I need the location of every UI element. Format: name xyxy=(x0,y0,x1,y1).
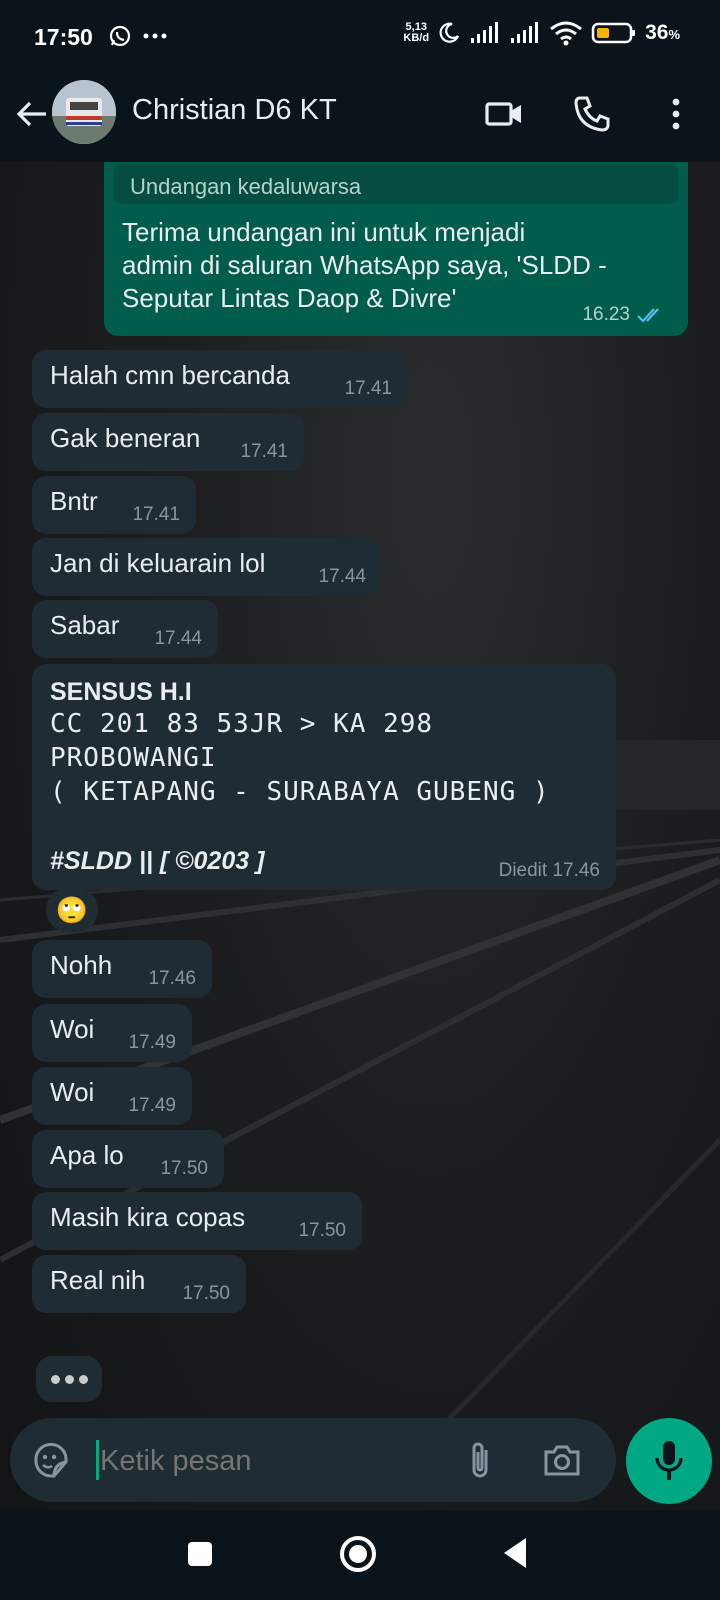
back-icon[interactable] xyxy=(500,1536,530,1570)
message-input[interactable] xyxy=(98,1436,462,1486)
camera-icon[interactable] xyxy=(542,1442,582,1478)
incoming-message[interactable]: Nohh 17.46 xyxy=(32,940,212,998)
incoming-message[interactable]: Bntr 17.41 xyxy=(32,476,196,534)
message-meta: 16.23 xyxy=(582,304,666,326)
double-check-icon xyxy=(637,308,659,323)
battery-percent: 36% xyxy=(645,21,680,44)
recents-icon[interactable] xyxy=(186,1540,214,1568)
avatar[interactable] xyxy=(52,80,116,144)
quoted-invite[interactable]: Undangan kedaluwarsa xyxy=(114,164,678,204)
chat-header: Christian D6 KT xyxy=(0,76,720,162)
video-call-icon[interactable] xyxy=(484,94,524,134)
message-time: 17.44 xyxy=(154,628,202,649)
net-speed: 5,13 KB/d xyxy=(403,21,430,44)
incoming-message[interactable]: Sabar 17.44 xyxy=(32,600,218,658)
mic-icon xyxy=(655,1441,683,1480)
message-time: 17.50 xyxy=(298,1220,346,1241)
voice-record-button[interactable] xyxy=(626,1418,712,1504)
message-time: 17.46 xyxy=(148,968,196,989)
signal-icon-2 xyxy=(511,22,539,43)
moon-icon xyxy=(439,22,460,43)
message-time: 17.50 xyxy=(160,1158,208,1179)
message-time: 17.41 xyxy=(240,441,288,462)
edited-label: Diedit 17.46 xyxy=(498,860,600,881)
message-time: 17.44 xyxy=(318,566,366,587)
phone-icon[interactable] xyxy=(572,94,612,134)
status-right-icons: 5,13 KB/d 36% xyxy=(403,20,680,46)
message-time: 17.50 xyxy=(182,1283,230,1304)
incoming-message[interactable]: Real nih 17.50 xyxy=(32,1255,246,1313)
incoming-message[interactable]: Masih kira copas 17.50 xyxy=(32,1192,362,1250)
message-time: 17.49 xyxy=(128,1032,176,1053)
message-composer xyxy=(10,1418,616,1502)
wifi-icon xyxy=(550,21,583,46)
incoming-message[interactable]: Gak beneran 17.41 xyxy=(32,413,304,471)
sensus-message[interactable]: SENSUS H.I CC 201 83 53JR > KA 298 PROBO… xyxy=(32,664,616,890)
attach-icon[interactable] xyxy=(466,1440,494,1482)
incoming-message[interactable]: Woi 17.49 xyxy=(32,1004,192,1062)
incoming-message[interactable]: Woi 17.49 xyxy=(32,1067,192,1125)
message-time: 17.41 xyxy=(344,378,392,399)
incoming-message[interactable]: Halah cmn bercanda 17.41 xyxy=(32,350,408,408)
sticker-icon[interactable] xyxy=(32,1442,70,1480)
eye-roll-emoji: 🙄 xyxy=(55,894,89,925)
outgoing-message[interactable]: Undangan kedaluwarsa Terima undangan ini… xyxy=(104,160,688,336)
back-arrow-icon[interactable] xyxy=(14,96,50,132)
message-time: 17.41 xyxy=(132,504,180,525)
message-text: Terima undangan ini untuk menjadi admin … xyxy=(122,217,607,313)
status-bar: 17:50 5,13 KB/d 36% xyxy=(0,0,720,76)
incoming-message[interactable]: Jan di keluarain lol 17.44 xyxy=(32,538,382,596)
message-time: 16.23 xyxy=(582,304,630,325)
sensus-line: CC 201 83 53JR > KA 298 xyxy=(50,709,434,739)
signal-icon xyxy=(471,22,499,43)
typing-indicator xyxy=(36,1356,102,1402)
status-left-icons xyxy=(108,24,168,48)
system-navigation-bar xyxy=(0,1510,720,1600)
incoming-message[interactable]: Apa lo 17.50 xyxy=(32,1130,224,1188)
more-vertical-icon[interactable] xyxy=(656,94,696,134)
whatsapp-icon xyxy=(109,25,131,47)
more-dots-icon xyxy=(143,33,167,39)
sensus-line: ( KETAPANG - SURABAYA GUBENG ) xyxy=(50,777,550,807)
status-time: 17:50 xyxy=(34,24,93,50)
battery-icon xyxy=(591,22,636,44)
sensus-line: PROBOWANGI xyxy=(50,743,217,773)
contact-name[interactable]: Christian D6 KT xyxy=(132,94,337,127)
reaction-badge[interactable]: 🙄 xyxy=(46,888,98,932)
home-icon[interactable] xyxy=(338,1534,378,1574)
message-list[interactable]: Undangan kedaluwarsa Terima undangan ini… xyxy=(0,160,720,1402)
message-time: 17.49 xyxy=(128,1095,176,1116)
avatar-train-image xyxy=(52,80,116,144)
sensus-title: SENSUS H.I xyxy=(50,678,192,706)
